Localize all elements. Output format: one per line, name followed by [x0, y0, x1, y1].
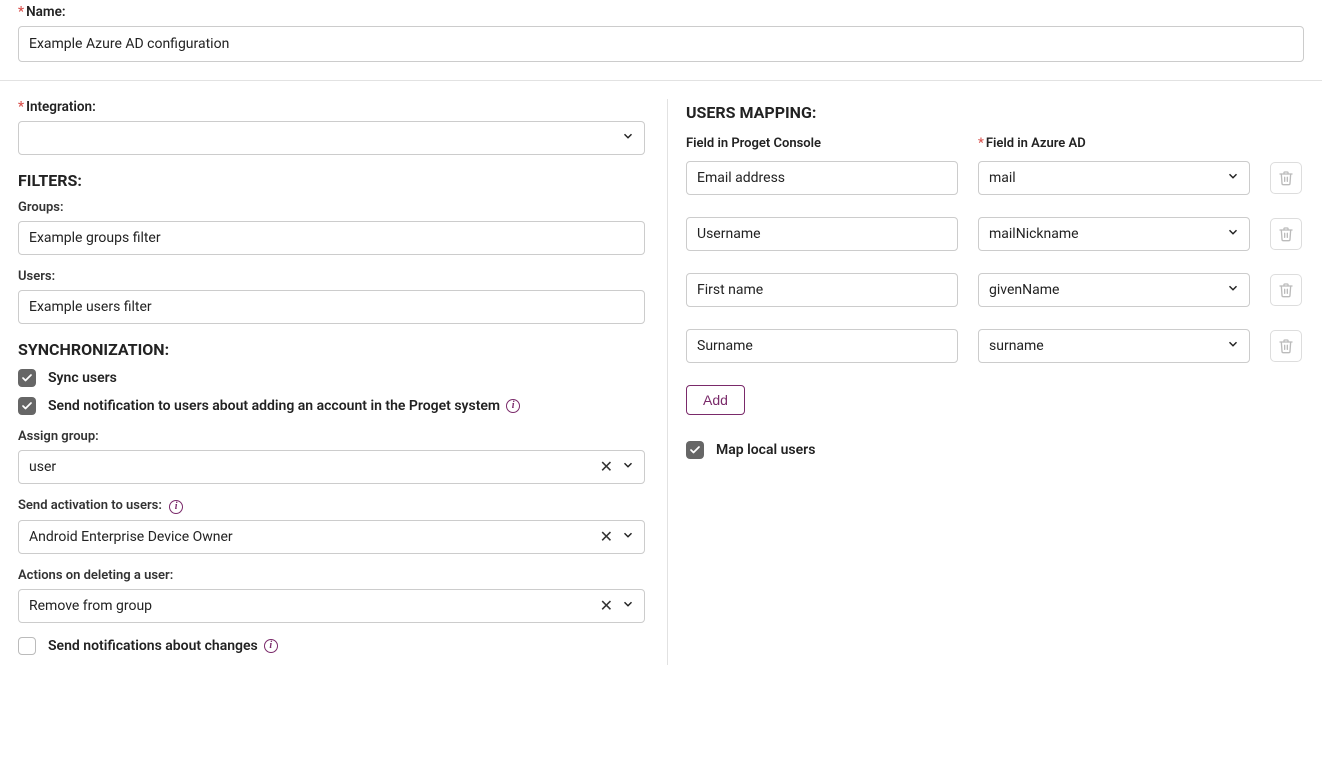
- send-notification-label: Send notification to users about adding …: [48, 398, 520, 414]
- info-icon[interactable]: i: [264, 639, 278, 653]
- clear-icon[interactable]: ✕: [600, 598, 613, 614]
- actions-delete-label: Actions on deleting a user:: [18, 568, 645, 583]
- assign-group-select[interactable]: [18, 450, 645, 484]
- map-local-users-label: Map local users: [716, 442, 815, 458]
- integration-select[interactable]: [18, 121, 645, 155]
- mapping-col-azure-label: *Field in Azure AD: [978, 136, 1304, 151]
- delete-mapping-button[interactable]: [1270, 330, 1302, 362]
- map-local-users-checkbox[interactable]: [686, 441, 704, 459]
- delete-mapping-button[interactable]: [1270, 274, 1302, 306]
- send-activation-label: Send activation to users: i: [18, 498, 645, 514]
- mapping-azure-select[interactable]: [978, 329, 1250, 363]
- mapping-azure-select[interactable]: [978, 217, 1250, 251]
- users-label: Users:: [18, 269, 645, 284]
- send-activation-select[interactable]: [18, 520, 645, 554]
- synchronization-heading: SYNCHRONIZATION:: [18, 340, 645, 359]
- groups-input[interactable]: [18, 221, 645, 255]
- delete-mapping-button[interactable]: [1270, 162, 1302, 194]
- delete-mapping-button[interactable]: [1270, 218, 1302, 250]
- mapping-row: [686, 161, 1304, 195]
- assign-group-label: Assign group:: [18, 429, 645, 444]
- mapping-console-input[interactable]: [686, 273, 958, 307]
- send-notification-checkbox[interactable]: [18, 397, 36, 415]
- filters-heading: FILTERS:: [18, 171, 645, 190]
- users-input[interactable]: [18, 290, 645, 324]
- clear-icon[interactable]: ✕: [600, 529, 613, 545]
- mapping-console-input[interactable]: [686, 217, 958, 251]
- groups-label: Groups:: [18, 200, 645, 215]
- clear-icon[interactable]: ✕: [600, 459, 613, 475]
- integration-label: *Integration:: [18, 99, 645, 115]
- info-icon[interactable]: i: [506, 399, 520, 413]
- mapping-azure-select[interactable]: [978, 161, 1250, 195]
- sync-users-label: Sync users: [48, 370, 117, 386]
- mapping-row: [686, 217, 1304, 251]
- mapping-col-console-label: Field in Proget Console: [686, 136, 958, 151]
- info-icon[interactable]: i: [169, 500, 183, 514]
- sync-users-checkbox[interactable]: [18, 369, 36, 387]
- mapping-console-input[interactable]: [686, 161, 958, 195]
- mapping-azure-select[interactable]: [978, 273, 1250, 307]
- users-mapping-heading: USERS MAPPING:: [686, 103, 1304, 122]
- name-label: *Name:: [18, 4, 1304, 20]
- name-input[interactable]: [18, 26, 1304, 62]
- mapping-console-input[interactable]: [686, 329, 958, 363]
- mapping-row: [686, 273, 1304, 307]
- actions-delete-select[interactable]: [18, 589, 645, 623]
- send-changes-checkbox[interactable]: [18, 637, 36, 655]
- send-changes-label: Send notifications about changes i: [48, 638, 278, 654]
- mapping-row: [686, 329, 1304, 363]
- add-button[interactable]: Add: [686, 385, 745, 415]
